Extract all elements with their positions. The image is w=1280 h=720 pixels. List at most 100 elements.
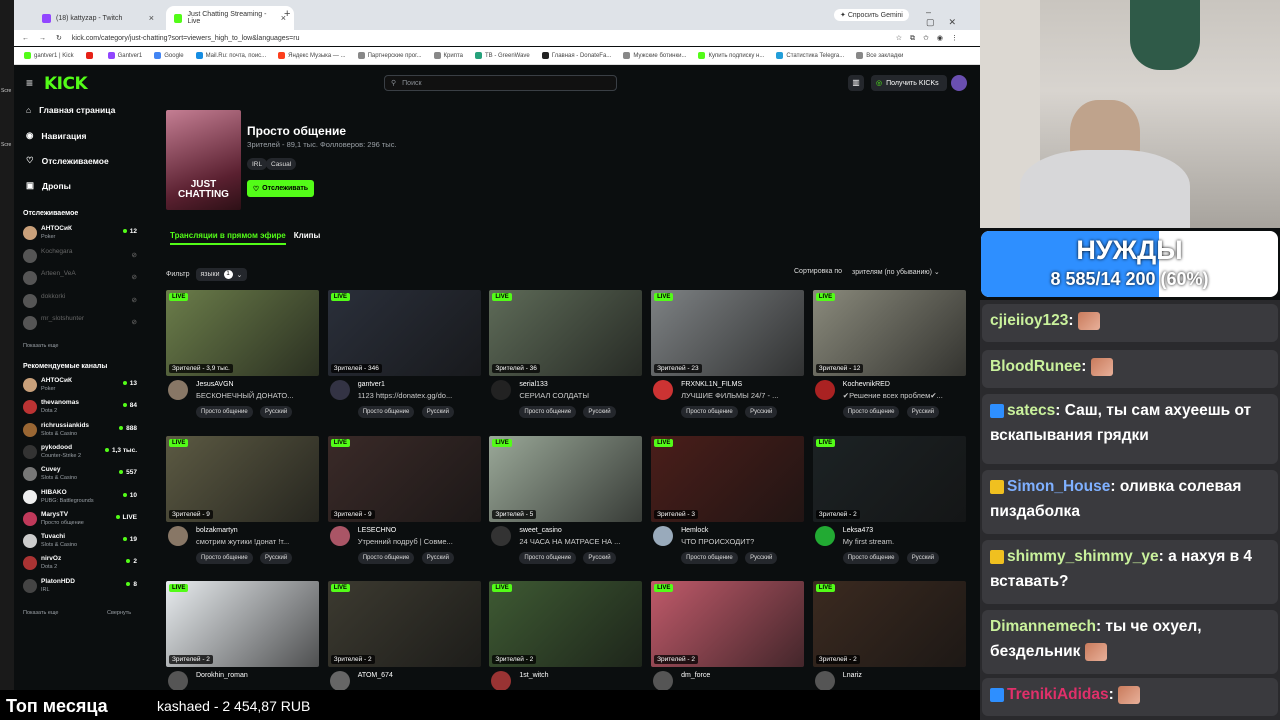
category-tag[interactable]: Casual: [266, 158, 297, 170]
stream-card[interactable]: LIVE Зрителей - 5 sweet_casino 24 ЧАСА НА М…: [489, 435, 643, 576]
channel-name[interactable]: KochevnikRED: [843, 381, 890, 388]
stream-title[interactable]: БЕСКОНЕЧНЫЙ ДОНАТО...: [196, 391, 318, 400]
stream-card[interactable]: LIVE Зрителей - 2 dm_force: [651, 581, 805, 690]
chat-username[interactable]: Dimannemech: [990, 618, 1096, 635]
bookmark-item[interactable]: Статистика Telegra...: [776, 52, 844, 59]
stream-card[interactable]: LIVE Зрителей - 12 KochevnikRED ✔Решение вс…: [812, 290, 966, 430]
address-bar[interactable]: ← → ↻ kick.com/category/just-chatting?so…: [14, 30, 980, 46]
stream-thumbnail[interactable]: LIVE Зрителей - 3: [651, 435, 805, 522]
channel-name[interactable]: 1st_witch: [519, 672, 548, 679]
sidebar-item-home[interactable]: ⌂ Главная страница: [26, 105, 115, 115]
stream-card[interactable]: LIVE Зрителей - 2 Dorokhin_roman: [166, 581, 319, 690]
stream-title[interactable]: СЕРИАЛ СОЛДАТЫ: [519, 391, 641, 400]
avatar[interactable]: [653, 380, 674, 400]
stream-tag[interactable]: Просто общение: [357, 406, 415, 418]
stream-tag[interactable]: Просто общение: [681, 551, 738, 564]
stream-tag[interactable]: Просто общение: [842, 406, 900, 418]
recommended-channel[interactable]: HIBAKO PUBG: Battlegrounds 10: [23, 488, 137, 508]
stream-card[interactable]: LIVE Зрителей - 2 Lnariz: [812, 581, 966, 690]
channel-name[interactable]: Dorokhin_roman: [196, 672, 248, 679]
stream-tag[interactable]: Русский: [906, 406, 940, 418]
channel-name[interactable]: Lnariz: [843, 672, 862, 679]
bookmark-item[interactable]: Google: [154, 52, 184, 59]
stream-tag[interactable]: Русский: [906, 551, 940, 564]
show-more-recommended[interactable]: Показать еще: [23, 610, 59, 616]
stream-title[interactable]: 24 ЧАСА НА МАТРАСЕ НА ...: [519, 537, 641, 546]
sidebar-item-gift[interactable]: ▣ Дропы: [26, 180, 71, 191]
avatar[interactable]: [168, 525, 188, 546]
recommended-channel[interactable]: Tuvachi Slots & Casino 19: [23, 532, 137, 552]
chat-username[interactable]: TrenikiAdidas: [1007, 686, 1109, 703]
avatar[interactable]: [653, 671, 674, 690]
gemini-button[interactable]: ✦ Спросить Gemini: [834, 9, 909, 21]
sidebar-item-compass[interactable]: ◉ Навигация: [26, 130, 86, 141]
avatar[interactable]: [329, 380, 350, 400]
avatar[interactable]: [814, 525, 835, 546]
language-filter[interactable]: языки 1 ⌄: [195, 268, 248, 281]
stream-tag[interactable]: Русский: [745, 406, 778, 418]
channel-name[interactable]: FRXNKL1N_FILMS: [681, 381, 742, 388]
channel-name[interactable]: serial133: [519, 381, 547, 388]
bookmark-item[interactable]: Главная - DonateFa...: [541, 52, 611, 59]
new-tab-button[interactable]: +: [284, 8, 290, 20]
stream-thumbnail[interactable]: LIVE Зрителей - 23: [651, 290, 805, 376]
stream-thumbnail[interactable]: LIVE Зрителей - 3,9 тыс.: [166, 290, 319, 376]
recommended-channel[interactable]: Cuvey Slots & Casino 557: [23, 465, 137, 485]
stream-title[interactable]: смотрим жутики !донат !т...: [196, 537, 318, 546]
tab-clips[interactable]: Клипы: [294, 231, 321, 245]
stream-tag[interactable]: Просто общение: [519, 406, 577, 418]
stream-card[interactable]: LIVE Зрителей - 9 bolzakmartyn смотрим жути…: [166, 435, 319, 576]
stream-card[interactable]: LIVE Зрителей - 346 gantver1 1123 https://d…: [327, 290, 481, 430]
channel-name[interactable]: dm_force: [681, 672, 710, 679]
stream-tag[interactable]: Просто общение: [681, 406, 738, 418]
stream-tag[interactable]: Просто общение: [196, 551, 253, 564]
chat-username[interactable]: Simon_House: [1007, 478, 1110, 495]
stream-thumbnail[interactable]: LIVE Зрителей - 346: [327, 290, 481, 376]
followed-channel[interactable]: АНТОСиК Poker 12: [23, 224, 137, 244]
sort-select[interactable]: зрителям (по убыванию) ⌄: [852, 268, 940, 276]
browser-tab-twitch[interactable]: (18) kattyzap - Twitch ×: [34, 6, 162, 30]
recommended-channel[interactable]: PlatonHDD IRL 8: [23, 577, 137, 597]
avatar[interactable]: [814, 671, 835, 690]
channel-name[interactable]: sweet_casino: [519, 527, 561, 534]
stream-thumbnail[interactable]: LIVE Зрителей - 5: [489, 435, 643, 522]
stream-card[interactable]: LIVE Зрителей - 2 ATOM_674: [327, 581, 481, 690]
show-more-followed[interactable]: Показать еще: [23, 343, 59, 349]
avatar[interactable]: [168, 671, 188, 690]
recommended-channel[interactable]: nirvOz Dota 2 2: [23, 554, 137, 574]
followed-channel[interactable]: dokkorki ⊘: [23, 292, 137, 312]
stream-tag[interactable]: Просто общение: [519, 551, 577, 564]
stream-tag[interactable]: Русский: [421, 551, 454, 564]
bookmark-item[interactable]: Купить подписку н...: [698, 52, 764, 59]
bookmark-item[interactable]: TB - GreenWave: [474, 52, 530, 59]
sidebar-item-heart[interactable]: ♡ Отслеживаемое: [26, 155, 109, 166]
stream-card[interactable]: LIVE Зрителей - 23 FRXNKL1N_FILMS ЛУЧШИЕ ФИ…: [651, 290, 805, 430]
stream-thumbnail[interactable]: LIVE Зрителей - 9: [327, 435, 481, 522]
avatar[interactable]: [329, 525, 350, 546]
avatar[interactable]: [329, 671, 350, 690]
stream-card[interactable]: LIVE Зрителей - 3 Hemlock ЧТО ПРОИСХОДИТ? Пр…: [651, 435, 805, 576]
bookmark-item[interactable]: Мужские ботинки...: [623, 52, 686, 59]
menu-icon[interactable]: ≡: [26, 76, 33, 90]
stream-card[interactable]: LIVE Зрителей - 9 LESECHNO Утренний подруб …: [327, 435, 481, 576]
stream-thumbnail[interactable]: LIVE Зрителей - 2: [489, 581, 643, 667]
stream-card[interactable]: LIVE Зрителей - 2 1st_witch: [489, 581, 643, 690]
chat-username[interactable]: shimmy_shimmy_ye: [1007, 548, 1159, 565]
channel-name[interactable]: gantver1: [358, 381, 385, 388]
avatar[interactable]: [491, 671, 512, 690]
stream-tag[interactable]: Русский: [260, 551, 293, 564]
stream-tag[interactable]: Русский: [421, 406, 454, 418]
stream-title[interactable]: ✔Решение всех проблем✔...: [843, 391, 965, 400]
window-controls[interactable]: –▢✕: [926, 7, 980, 28]
stream-tag[interactable]: Русский: [583, 406, 616, 418]
bookmark-item[interactable]: Все закладки: [856, 52, 903, 59]
avatar[interactable]: [491, 525, 512, 546]
stream-thumbnail[interactable]: LIVE Зрителей - 2: [327, 581, 481, 667]
avatar[interactable]: [653, 525, 674, 546]
stream-tag[interactable]: Русский: [745, 551, 778, 564]
category-cover[interactable]: JUST CHATTING: [166, 110, 241, 210]
avatar[interactable]: [491, 380, 512, 400]
stream-thumbnail[interactable]: LIVE Зрителей - 9: [166, 435, 319, 522]
kick-logo[interactable]: KICK: [44, 74, 88, 94]
followed-channel[interactable]: Arteen_VeA ⊘: [23, 269, 137, 289]
